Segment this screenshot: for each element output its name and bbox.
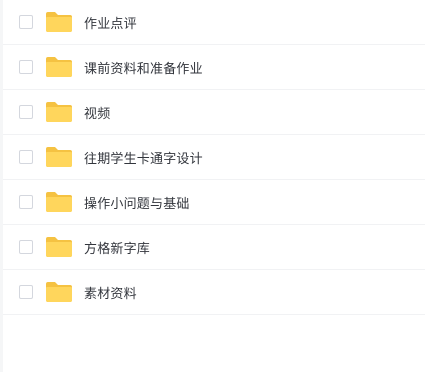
list-item-folder[interactable]: 作业点评 bbox=[3, 0, 425, 45]
folder-icon bbox=[45, 11, 73, 33]
row-checkbox[interactable] bbox=[19, 60, 33, 74]
folder-name[interactable]: 课前资料和准备作业 bbox=[84, 58, 203, 77]
row-checkbox[interactable] bbox=[19, 105, 33, 119]
row-checkbox[interactable] bbox=[19, 15, 33, 29]
folder-icon bbox=[45, 281, 73, 303]
row-checkbox[interactable] bbox=[19, 285, 33, 299]
list-item-folder[interactable]: 课前资料和准备作业 bbox=[3, 45, 425, 90]
folder-name[interactable]: 方格新字库 bbox=[84, 238, 150, 257]
folder-name[interactable]: 作业点评 bbox=[84, 13, 137, 32]
list-item-folder[interactable]: 方格新字库 bbox=[3, 225, 425, 270]
file-list-panel: 作业点评 课前资料和准备作业 视频 往期学生卡通字设计 操作小问题与基础 方格新… bbox=[0, 0, 425, 372]
folder-icon bbox=[45, 236, 73, 258]
folder-icon bbox=[45, 191, 73, 213]
folder-name[interactable]: 操作小问题与基础 bbox=[84, 193, 190, 212]
list-item-folder[interactable]: 往期学生卡通字设计 bbox=[3, 135, 425, 180]
folder-icon bbox=[45, 101, 73, 123]
list-item-folder[interactable]: 视频 bbox=[3, 90, 425, 135]
row-checkbox[interactable] bbox=[19, 240, 33, 254]
folder-name[interactable]: 往期学生卡通字设计 bbox=[84, 148, 203, 167]
list-item-folder[interactable]: 素材资料 bbox=[3, 270, 425, 315]
row-checkbox[interactable] bbox=[19, 195, 33, 209]
folder-name[interactable]: 素材资料 bbox=[84, 283, 137, 302]
folder-icon bbox=[45, 56, 73, 78]
folder-name[interactable]: 视频 bbox=[84, 103, 110, 122]
list-item-folder[interactable]: 操作小问题与基础 bbox=[3, 180, 425, 225]
folder-icon bbox=[45, 146, 73, 168]
file-list: 作业点评 课前资料和准备作业 视频 往期学生卡通字设计 操作小问题与基础 方格新… bbox=[3, 0, 425, 315]
row-checkbox[interactable] bbox=[19, 150, 33, 164]
